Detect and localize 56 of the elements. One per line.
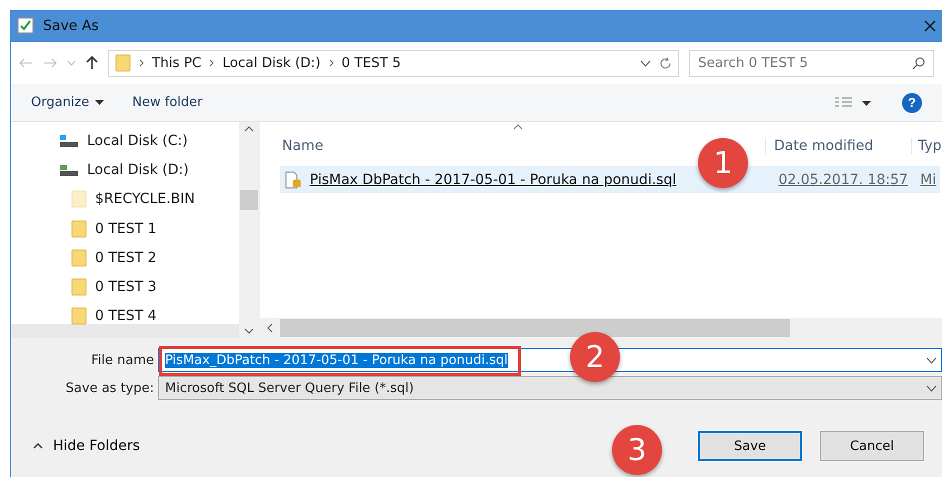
chevron-down-icon[interactable]	[640, 60, 651, 66]
view-options-icon[interactable]	[834, 96, 874, 108]
chevron-down-icon[interactable]	[926, 356, 937, 364]
save-button[interactable]: Save	[698, 431, 802, 461]
app-icon	[17, 17, 35, 35]
drive-icon	[59, 134, 79, 148]
drive-icon	[59, 162, 79, 177]
chevron-down-icon[interactable]	[244, 328, 254, 334]
search-icon	[912, 56, 925, 70]
up-icon[interactable]	[86, 56, 98, 70]
chevron-down-icon[interactable]	[926, 384, 937, 392]
breadcrumb[interactable]: Local Disk (D:)	[222, 55, 320, 71]
chevron-right-icon	[209, 59, 214, 67]
address-bar[interactable]: This PC Local Disk (D:) 0 TEST 5	[108, 50, 679, 76]
tree-item[interactable]: 0 TEST 3	[95, 279, 157, 296]
cancel-button[interactable]: Cancel	[820, 431, 924, 461]
scrollbar-thumb[interactable]	[240, 190, 258, 210]
tree-item[interactable]: 0 TEST 4	[95, 308, 157, 324]
folder-icon	[71, 248, 87, 267]
tree-item[interactable]: 0 TEST 1	[95, 220, 157, 237]
tree-item[interactable]: 0 TEST 2	[95, 250, 157, 266]
scrollbar[interactable]	[260, 318, 942, 338]
search-field[interactable]: Search 0 TEST 5	[689, 50, 934, 76]
date-cell-text: 02.05.2017. 18:57	[778, 172, 909, 188]
caret-icon	[95, 100, 104, 105]
type-cell-text: Mi	[920, 172, 938, 188]
file-name-label: File name	[90, 352, 154, 368]
tree-item[interactable]: $RECYCLE.BIN	[95, 191, 195, 208]
scrollbar[interactable]	[239, 122, 259, 338]
organize-button[interactable]: Organize	[31, 95, 104, 110]
folder-icon	[71, 190, 87, 208]
new-folder-button[interactable]: New folder	[132, 95, 202, 110]
chevron-right-icon	[328, 59, 334, 67]
sort-caret-icon	[513, 124, 523, 130]
hide-folders-button[interactable]: Hide Folders	[33, 438, 140, 454]
chevron-up-icon	[33, 443, 43, 449]
tree-item[interactable]: Local Disk (C:)	[87, 132, 188, 149]
chevron-right-icon	[139, 59, 144, 67]
tree-item[interactable]: Local Disk (D:)	[87, 162, 189, 178]
close-icon[interactable]	[924, 20, 936, 32]
scrollbar-thumb[interactable]	[280, 319, 790, 337]
save-type-dropdown[interactable]: Microsoft SQL Server Query File (*.sql)	[158, 376, 942, 400]
breadcrumb[interactable]: This PC	[152, 55, 202, 71]
folder-icon	[71, 220, 87, 238]
chevron-up-icon[interactable]	[244, 126, 254, 132]
column-header[interactable]: Date modified	[766, 138, 912, 154]
window-title: Save As	[43, 18, 100, 34]
column-header[interactable]: Typ	[912, 138, 942, 154]
file-name-cell-text: PisMax DbPatch - 2017-05-01 - Poruka na ponudi.sql	[310, 172, 678, 188]
help-button[interactable]: ?	[902, 92, 922, 112]
save-type-label: Save as type:	[64, 380, 154, 396]
folder-icon	[71, 307, 87, 326]
folder-icon	[71, 278, 87, 296]
folder-icon	[115, 54, 131, 72]
breadcrumb[interactable]: 0 TEST 5	[342, 55, 401, 71]
refresh-icon[interactable]	[659, 56, 672, 70]
